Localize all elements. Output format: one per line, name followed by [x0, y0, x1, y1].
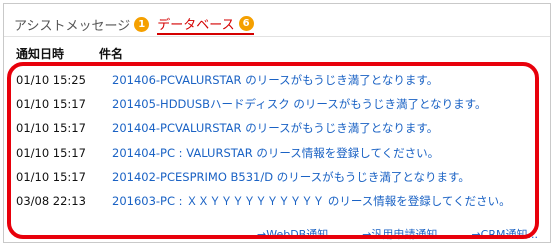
tab-divider: [4, 36, 550, 37]
row-date: 01/10 15:17: [16, 169, 86, 184]
row-subject-link[interactable]: 201404-PCVALURSTAR のリースがもうじき満了となります。: [112, 120, 438, 136]
row-subject-link[interactable]: 201402-PCESPRIMO B531/D のリースがもうじき満了となります…: [112, 169, 470, 185]
tab-assist-message[interactable]: アシストメッセージ 1: [14, 13, 150, 35]
table-row: 01/10 15:17 201404-PCVALURSTAR のリースがもうじき…: [4, 116, 550, 140]
table-row: 03/08 22:13 201603-PC : ＸＸＹＹＹＹＹＹＹＹＹＹ のリー…: [4, 189, 550, 213]
row-date: 03/08 22:13: [16, 194, 86, 209]
tab-assist-message-label: アシストメッセージ: [14, 18, 131, 34]
table-row: 01/10 15:25 201406-PCVALURSTAR のリースがもうじき…: [4, 68, 550, 92]
table-row: 01/10 15:17 201402-PCESPRIMO B531/D のリース…: [4, 165, 550, 189]
notification-panel: アシストメッセージ 1 データベース 6 通知日時 件名 01/10 15:25…: [3, 3, 551, 243]
tab-database-label: データベース: [157, 17, 235, 33]
webdb-notification-link[interactable]: →WebDB通知...: [257, 228, 339, 241]
tab-assist-message-count-badge: 1: [134, 16, 150, 32]
tab-database-count-badge: 6: [238, 15, 254, 31]
crm-notification-link[interactable]: →CRM通知...: [471, 228, 538, 241]
tab-bar: アシストメッセージ 1 データベース 6: [14, 13, 262, 35]
row-subject-link[interactable]: 201603-PC : ＸＸＹＹＹＹＹＹＹＹＹＹ のリース情報を登録してください…: [112, 193, 511, 209]
row-date: 01/10 15:17: [16, 97, 86, 112]
table-row: 01/10 15:17 201405-HDDUSBハードディスク のリースがもう…: [4, 92, 550, 116]
tab-database[interactable]: データベース 6: [157, 13, 254, 35]
row-date: 01/10 15:17: [16, 121, 86, 136]
general-request-notification-link[interactable]: →汎用申請通知...: [362, 228, 448, 241]
table-header: 通知日時 件名: [16, 45, 123, 62]
row-date: 01/10 15:17: [16, 145, 86, 160]
header-date: 通知日時: [16, 47, 65, 61]
notification-list: 01/10 15:25 201406-PCVALURSTAR のリースがもうじき…: [4, 68, 550, 213]
row-date: 01/10 15:25: [16, 73, 86, 88]
header-subject: 件名: [99, 47, 124, 61]
table-row: 01/10 15:17 201404-PC : VALURSTAR のリース情報…: [4, 141, 550, 165]
footer-links: →WebDB通知... →汎用申請通知... →CRM通知...: [257, 226, 555, 242]
row-subject-link[interactable]: 201405-HDDUSBハードディスク のリースがもうじき満了となります。: [112, 96, 486, 112]
row-subject-link[interactable]: 201404-PC : VALURSTAR のリース情報を登録してください。: [112, 145, 439, 161]
row-subject-link[interactable]: 201406-PCVALURSTAR のリースがもうじき満了となります。: [112, 72, 438, 88]
